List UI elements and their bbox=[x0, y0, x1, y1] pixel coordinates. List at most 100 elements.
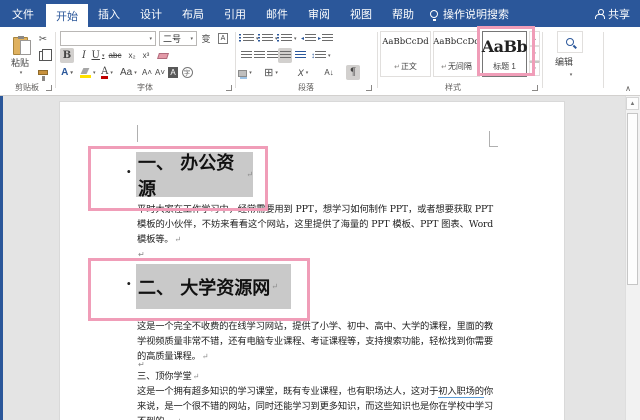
font-name-select[interactable]: ▾ bbox=[60, 31, 156, 46]
collapse-ribbon-icon: ∧ bbox=[625, 84, 631, 93]
font-color-caret-icon: ▾ bbox=[110, 69, 113, 76]
paste-button[interactable]: 粘贴 ▾ bbox=[4, 31, 36, 81]
show-hide-marks-button[interactable]: ¶ bbox=[346, 65, 360, 80]
change-case-button[interactable]: Aa ▾ bbox=[120, 65, 137, 80]
styles-dialog-launcher[interactable] bbox=[532, 85, 538, 91]
font-color-icon: A bbox=[101, 65, 109, 79]
grow-font-label: A˄ bbox=[141, 68, 152, 77]
justify-button[interactable] bbox=[278, 48, 292, 63]
paragraph-3[interactable]: 这是一个拥有超多知识的学习课堂，既有专业课程，也有职场达人，这对于初入职场的你来… bbox=[137, 384, 493, 420]
tab-home[interactable]: 开始 bbox=[46, 4, 88, 27]
editing-caret-icon: ▾ bbox=[569, 71, 573, 78]
superscript-button[interactable]: x³ bbox=[139, 48, 153, 63]
pilcrow-icon: ¶ bbox=[349, 67, 357, 78]
bold-button[interactable]: B bbox=[60, 48, 74, 63]
editing-caret-button[interactable]: ▾ bbox=[563, 67, 577, 82]
borders-button[interactable]: ⊞ ▾ bbox=[264, 65, 278, 80]
distribute-button[interactable] bbox=[293, 48, 307, 63]
increase-indent-button[interactable]: ▸ bbox=[318, 31, 334, 46]
paragraph-2-text: 这是一个完全不收费的在线学习网站，提供了小学、初中、高中、大学的课程，里面的教学… bbox=[137, 321, 493, 362]
strikethrough-button[interactable]: abc bbox=[108, 48, 122, 63]
text-effects-button[interactable]: A ▾ bbox=[60, 65, 74, 80]
grow-font-button[interactable]: A˄ bbox=[140, 65, 154, 80]
style-normal[interactable]: AaBbCcDd ↵ 正文 bbox=[380, 31, 431, 77]
paragraph-style-mark-icon: ↵ bbox=[441, 63, 447, 71]
heading2-selected-text[interactable]: 二、 大学资源网 ↵ bbox=[136, 264, 291, 309]
tab-layout[interactable]: 布局 bbox=[172, 0, 214, 27]
paragraph-2[interactable]: 这是一个完全不收费的在线学习网站，提供了小学、初中、高中、大学的课程，里面的教学… bbox=[137, 319, 493, 364]
window-left-edge bbox=[0, 96, 3, 420]
heading-3[interactable]: 三、顶你学堂↵ bbox=[137, 369, 493, 384]
highlight-color-button[interactable]: ▾ bbox=[80, 65, 96, 80]
scrollbar-up-button[interactable]: ▲ bbox=[626, 97, 639, 110]
underline-caret-icon: ▾ bbox=[101, 52, 105, 59]
style-no-spacing[interactable]: AaBbCcDd ↵ 无间隔 bbox=[433, 31, 480, 77]
collapse-ribbon-button[interactable]: ∧ bbox=[625, 84, 631, 93]
tab-file[interactable]: 文件 bbox=[0, 0, 46, 27]
multilevel-list-button[interactable]: ▾ bbox=[277, 31, 297, 46]
cut-button[interactable]: ✂ bbox=[36, 32, 50, 47]
tab-review[interactable]: 审阅 bbox=[298, 0, 340, 27]
decrease-indent-icon: ◂ bbox=[301, 36, 305, 42]
sort-button[interactable]: A↓ bbox=[322, 65, 336, 80]
enclose-characters-button[interactable]: 字 bbox=[180, 65, 194, 80]
pinyin-guide-button[interactable]: 变 bbox=[199, 31, 213, 46]
paragraph-dialog-launcher[interactable] bbox=[366, 85, 372, 91]
shading-button[interactable]: ▾ bbox=[238, 65, 252, 80]
decrease-indent-button[interactable]: ◂ bbox=[301, 31, 317, 46]
format-painter-button[interactable] bbox=[36, 65, 50, 81]
decrease-indent-lines-icon bbox=[305, 34, 317, 43]
tab-view[interactable]: 视图 bbox=[340, 0, 382, 27]
paragraph-style-mark-icon: ↵ bbox=[394, 63, 400, 71]
shading-caret-icon: ▾ bbox=[249, 69, 252, 76]
tab-design[interactable]: 设计 bbox=[130, 0, 172, 27]
format-painter-icon bbox=[38, 70, 48, 81]
align-right-button[interactable] bbox=[265, 48, 279, 63]
text-effects-icon: A bbox=[61, 67, 69, 78]
paragraph-mark: ↵ bbox=[201, 352, 209, 361]
align-left-button[interactable] bbox=[239, 48, 253, 63]
paste-label: 粘贴 bbox=[10, 57, 29, 68]
increase-indent-lines-icon bbox=[322, 34, 334, 43]
font-size-select[interactable]: 二号 ▾ bbox=[159, 31, 197, 46]
numbered-list-button[interactable]: ▾ bbox=[258, 31, 278, 46]
font-dialog-launcher[interactable] bbox=[226, 85, 232, 91]
group-separator bbox=[603, 32, 604, 88]
line-spacing-button[interactable]: ↕ ▾ bbox=[311, 48, 331, 63]
pinyin-guide-icon: 变 bbox=[201, 34, 211, 44]
increase-indent-icon: ▸ bbox=[318, 36, 322, 42]
subscript-button[interactable]: x₂ bbox=[125, 48, 139, 63]
heading1-selected-text[interactable]: 一、 办公资源 ↵ bbox=[136, 152, 253, 200]
paste-clipboard-icon bbox=[12, 35, 31, 55]
character-shading-button[interactable]: A bbox=[166, 65, 180, 80]
tab-mailings[interactable]: 邮件 bbox=[256, 0, 298, 27]
tab-insert[interactable]: 插入 bbox=[88, 0, 130, 27]
share-button[interactable]: 共享 bbox=[595, 0, 640, 27]
person-icon bbox=[595, 9, 605, 19]
heading1-text: 一、 办公资源 bbox=[138, 152, 235, 200]
editing-button[interactable] bbox=[557, 31, 583, 53]
tab-help[interactable]: 帮助 bbox=[382, 0, 424, 27]
align-center-icon bbox=[253, 51, 265, 60]
underline-label: U bbox=[91, 50, 100, 61]
text-effects-caret-icon: ▾ bbox=[70, 69, 73, 76]
shrink-font-button[interactable]: A˅ bbox=[153, 65, 167, 80]
asian-layout-icon: X bbox=[297, 67, 304, 78]
tab-references[interactable]: 引用 bbox=[214, 0, 256, 27]
tell-me-search[interactable]: 操作说明搜索 bbox=[430, 0, 509, 27]
copy-icon bbox=[39, 48, 52, 61]
italic-button[interactable]: I bbox=[77, 48, 91, 63]
eraser-icon bbox=[157, 52, 169, 59]
font-color-button[interactable]: A ▾ bbox=[100, 65, 114, 80]
paragraph-mark: ↵ bbox=[271, 282, 278, 291]
bullet-list-button[interactable]: ▾ bbox=[239, 31, 259, 46]
clipboard-dialog-launcher[interactable] bbox=[46, 85, 52, 91]
asian-layout-button[interactable]: X ▾ bbox=[296, 65, 310, 80]
character-border-button[interactable]: A bbox=[216, 31, 230, 46]
clear-formatting-button[interactable] bbox=[156, 48, 170, 63]
align-center-button[interactable] bbox=[252, 48, 266, 63]
copy-button[interactable] bbox=[36, 48, 52, 63]
change-case-label: Aa bbox=[120, 67, 133, 78]
scrollbar-thumb[interactable] bbox=[627, 113, 638, 285]
underline-button[interactable]: U ▾ bbox=[91, 48, 105, 63]
